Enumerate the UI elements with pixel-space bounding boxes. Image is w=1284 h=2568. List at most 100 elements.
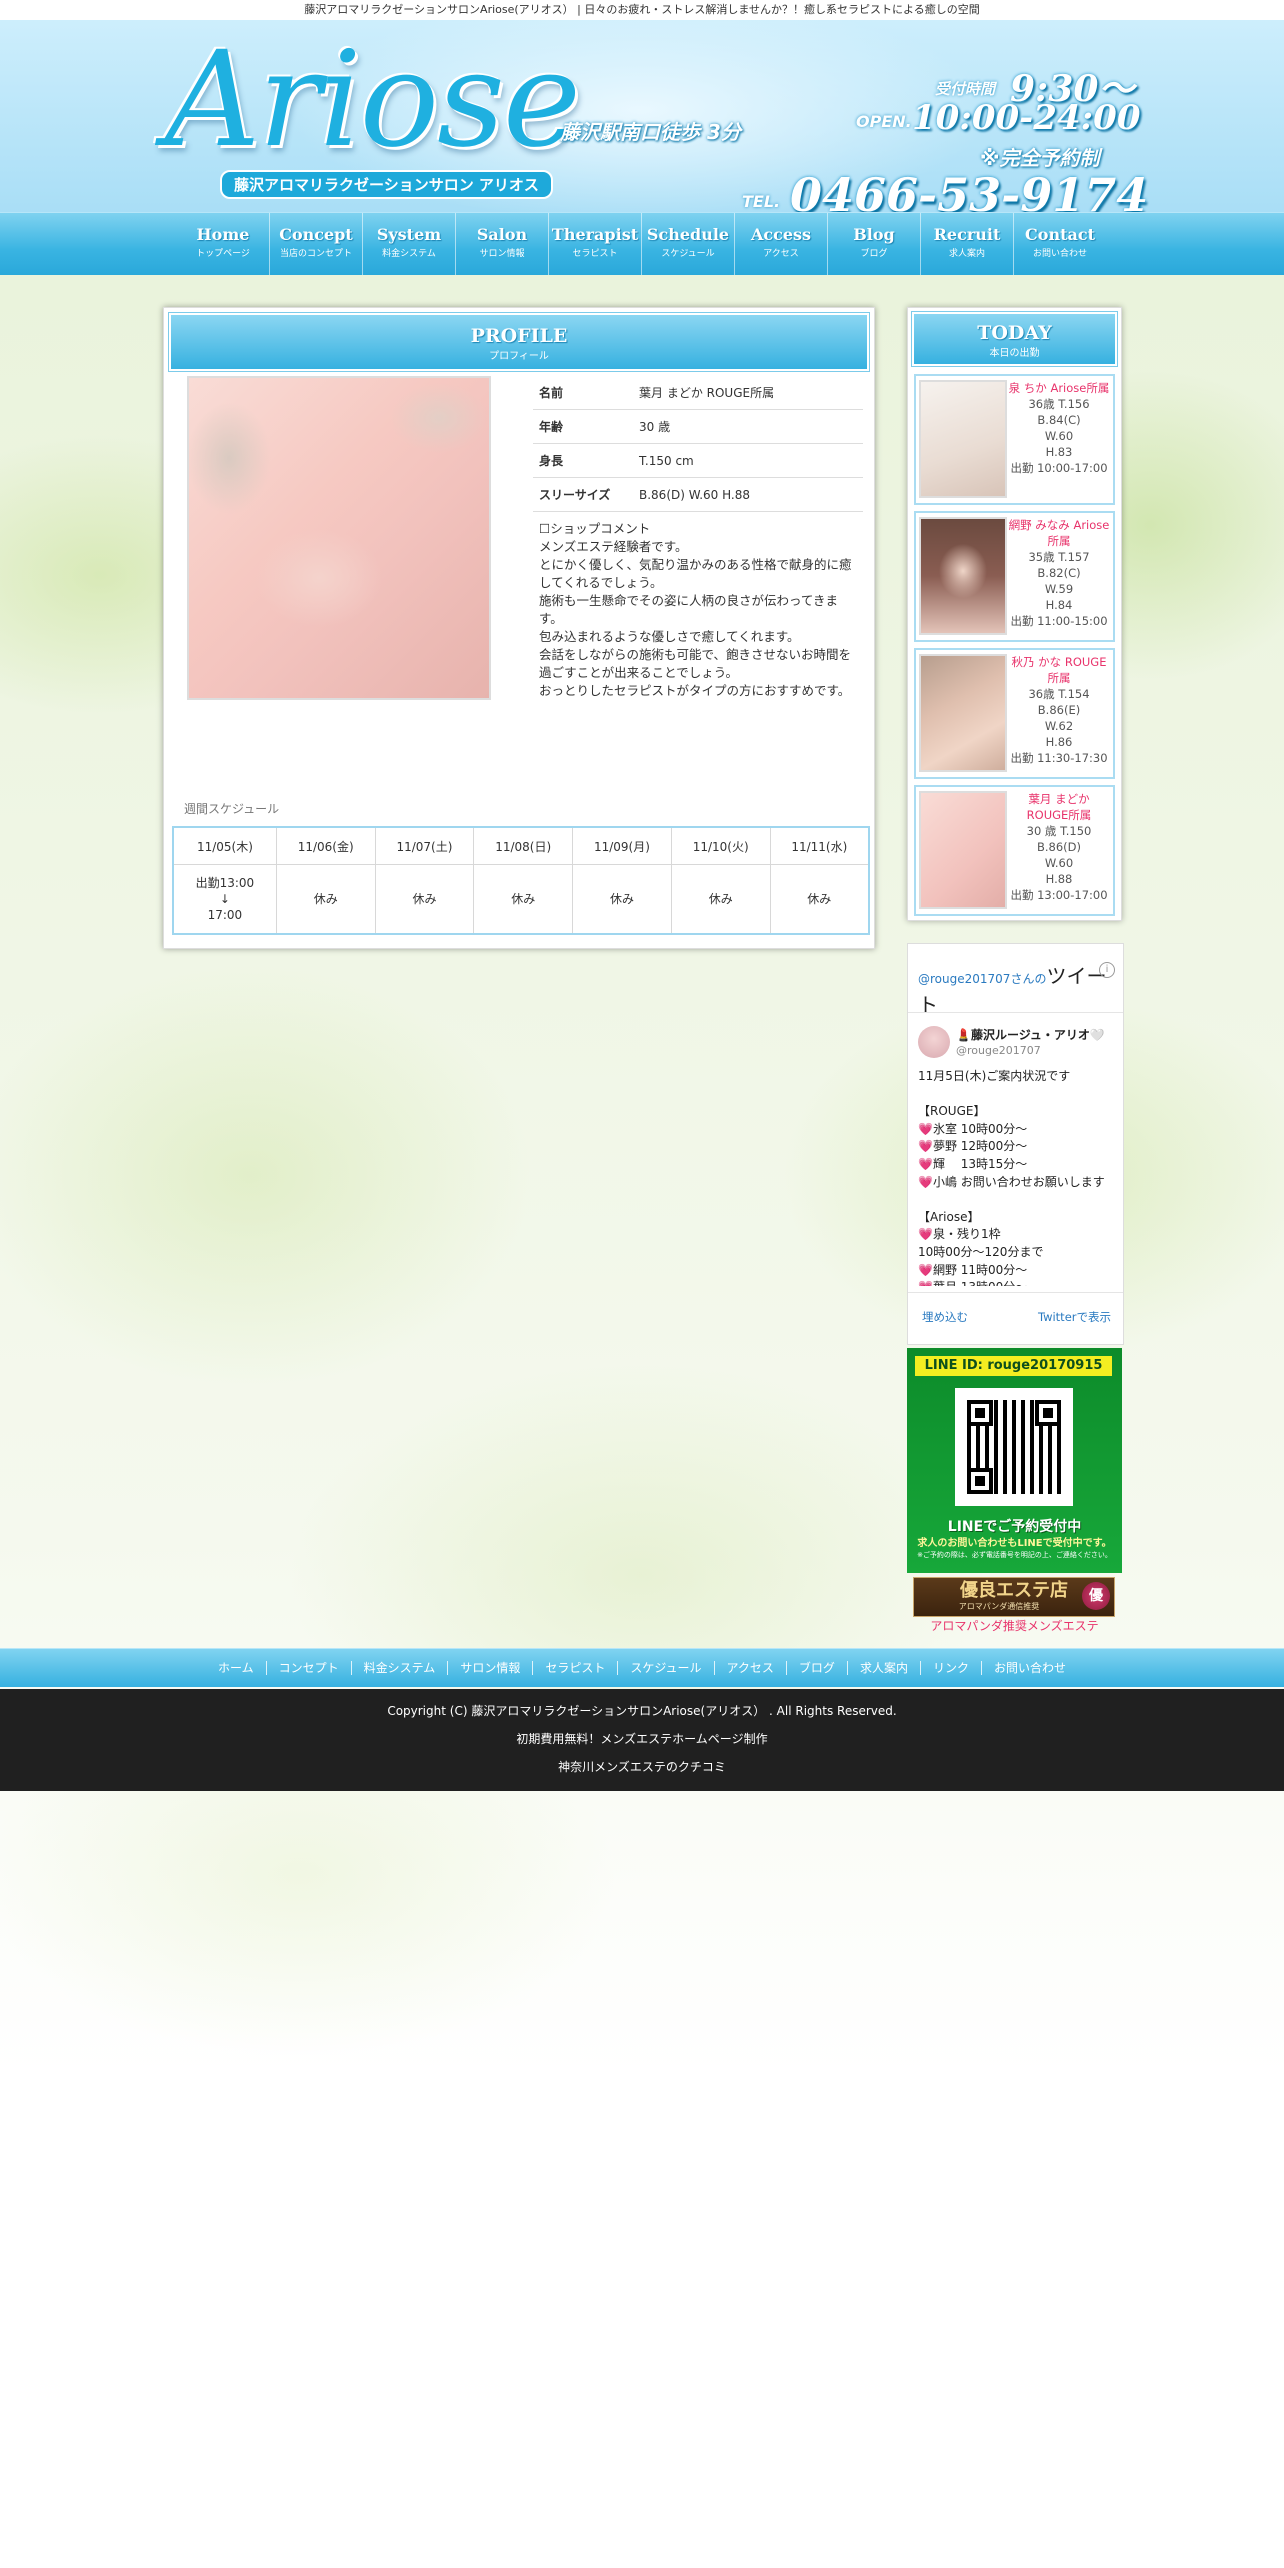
nav-concept[interactable]: Concept 当店のコンセプト	[270, 213, 363, 275]
profile-heading: PROFILE プロフィール	[169, 313, 869, 371]
banner-sub: アロマパンダ通信推奨	[958, 1602, 1040, 1611]
schedule-cell: 休み	[671, 864, 771, 933]
profile-value: T.150 cm	[633, 443, 863, 478]
main-nav: Home トップページ Concept 当店のコンセプト System 料金システム …	[0, 212, 1284, 275]
info-icon[interactable]: i	[1099, 962, 1115, 978]
nav-sublabel: 当店のコンセプト	[279, 249, 352, 259]
therapist-name[interactable]: 葉月 まどか ROUGE所属	[1008, 791, 1110, 823]
footer-link-review[interactable]: 神奈川メンズエステのクチコミ	[0, 1753, 1284, 1781]
footer-link-access[interactable]: アクセス	[714, 1661, 787, 1675]
nav-sublabel: トップページ	[196, 249, 250, 259]
schedule-date: 11/06(金)	[276, 828, 376, 865]
therapist-name[interactable]: 網野 みなみ Ariose所属	[1008, 517, 1110, 549]
therapist-thumbnail[interactable]	[919, 517, 1007, 635]
nav-label: System	[376, 225, 442, 244]
schedule-cell: 休み	[375, 864, 475, 933]
line-banner[interactable]: LINE ID: rouge20170915 LINEでご予約受付中 求人のお問…	[907, 1348, 1122, 1573]
profile-key: 年齢	[533, 409, 633, 444]
therapist-time: 出勤 10:00-17:00	[1010, 461, 1108, 475]
banner-caption[interactable]: アロマパンダ推奨メンズエステ	[907, 1617, 1122, 1634]
profile-panel: PROFILE プロフィール 名前 葉月 まどか ROUGE所属 年齢 30 歳 身…	[163, 307, 875, 949]
site-tagline: 藤沢アロマリラクゼーションサロンAriose(アリオス） | 日々のお疲れ・スト…	[0, 0, 1284, 20]
footer-link-hp[interactable]: 初期費用無料！メンズエステホームページ制作	[0, 1725, 1284, 1753]
schedule-date: 11/10(火)	[671, 828, 771, 865]
view-on-twitter-link[interactable]: Twitterで表示	[1038, 1309, 1111, 1325]
tweet-handle[interactable]: @rouge201707	[956, 1044, 1041, 1057]
therapist-stat: H.84	[1045, 598, 1073, 612]
nav-salon[interactable]: Salon サロン情報	[456, 213, 549, 275]
nav-home[interactable]: Home トップページ	[177, 213, 270, 275]
profile-key: 名前	[533, 376, 633, 410]
schedule-date: 11/05(木)	[174, 828, 277, 865]
today-card[interactable]: 葉月 まどか ROUGE所属 30 歳 T.150 B.86(D) W.60 H…	[914, 785, 1115, 916]
nav-contact[interactable]: Contact お問い合わせ	[1014, 213, 1106, 275]
recommend-banner[interactable]: 優良エステ店 アロマパンダ通信推奨 優	[913, 1577, 1115, 1617]
footer-link-therapist[interactable]: セラピスト	[533, 1661, 619, 1675]
nav-schedule[interactable]: Schedule スケジュール	[642, 213, 735, 275]
nav-label: Home	[196, 225, 250, 244]
nav-access[interactable]: Access アクセス	[735, 213, 828, 275]
timeline-handle-link[interactable]: @rouge201707	[918, 972, 1010, 986]
profile-subtitle: プロフィール	[489, 351, 549, 362]
nav-blog[interactable]: Blog ブログ	[828, 213, 921, 275]
therapist-time: 出勤 11:30-17:30	[1010, 751, 1108, 765]
table-row: スリーサイズ B.86(D) W.60 H.88	[533, 477, 863, 512]
footer-link-recruit[interactable]: 求人案内	[847, 1661, 921, 1675]
reception-label: 受付時間	[935, 80, 996, 98]
footer-link-system[interactable]: 料金システム	[351, 1661, 449, 1675]
timeline-san: さんの	[1010, 972, 1047, 986]
profile-value: B.86(D) W.60 H.88	[633, 477, 863, 512]
therapist-thumbnail[interactable]	[919, 380, 1007, 498]
today-card[interactable]: 秋乃 かな ROUGE所属 36歳 T.154 B.86(E) W.62 H.8…	[914, 648, 1115, 779]
therapist-stat: B.84(C)	[1037, 413, 1081, 427]
today-card[interactable]: 網野 みなみ Ariose所属 35歳 T.157 B.82(C) W.59 H…	[914, 511, 1115, 642]
shop-comment: ☐ショップコメント メンズエステ経験者です。 とにかく優しく、気配り温かみのある…	[539, 520, 854, 700]
schedule-label: 週間スケジュール	[184, 802, 280, 816]
nav-sublabel: お問い合わせ	[1032, 249, 1087, 259]
profile-value: 葉月 まどか ROUGE所属	[633, 376, 863, 410]
today-heading: TODAY 本日の出勤	[912, 312, 1117, 366]
footer-link-home[interactable]: ホーム	[206, 1661, 267, 1675]
therapist-stat: 35歳 T.157	[1028, 550, 1090, 564]
site-logo[interactable]: Ariose	[165, 34, 581, 166]
therapist-thumbnail[interactable]	[919, 791, 1007, 909]
nav-sublabel: 料金システム	[382, 249, 436, 259]
footer-link-blog[interactable]: ブログ	[786, 1661, 848, 1675]
therapist-thumbnail[interactable]	[919, 654, 1007, 772]
nav-label: Therapist	[551, 225, 639, 244]
footer-link-contact[interactable]: お問い合わせ	[982, 1661, 1078, 1675]
nav-recruit[interactable]: Recruit 求人案内	[921, 213, 1014, 275]
badge-icon: 優	[1082, 1582, 1110, 1610]
divider	[908, 1012, 1123, 1013]
schedule-date: 11/08(日)	[473, 828, 574, 865]
therapist-stat: W.62	[1044, 719, 1074, 733]
nav-system[interactable]: System 料金システム	[363, 213, 456, 275]
today-subtitle: 本日の出勤	[989, 348, 1040, 359]
therapist-stat: W.60	[1044, 429, 1074, 443]
avatar[interactable]	[918, 1026, 950, 1058]
schedule-date: 11/09(月)	[572, 828, 672, 865]
therapist-name[interactable]: 秋乃 かな ROUGE所属	[1008, 654, 1110, 686]
footer-link-salon[interactable]: サロン情報	[448, 1661, 534, 1675]
open-label: OPEN.	[856, 112, 912, 131]
footer-link-link[interactable]: リンク	[920, 1661, 982, 1675]
tweet-author[interactable]: 💄藤沢ルージュ・アリオ🤍	[956, 1026, 1105, 1043]
timeline-header: @rouge201707さんのツイート	[918, 960, 1123, 1018]
nav-therapist[interactable]: Therapist セラピスト	[549, 213, 642, 275]
therapist-time: 出勤 11:00-15:00	[1010, 614, 1108, 628]
therapist-stat: B.86(D)	[1036, 840, 1081, 854]
therapist-name[interactable]: 泉 ちか Ariose所属	[1008, 380, 1110, 396]
footer-link-schedule[interactable]: スケジュール	[618, 1661, 715, 1675]
footer-link-concept[interactable]: コンセプト	[266, 1661, 352, 1675]
nav-sublabel: ブログ	[860, 249, 888, 259]
schedule-cell: 休み	[807, 892, 832, 906]
embed-link[interactable]: 埋め込む	[922, 1309, 968, 1325]
schedule-cell: 休み	[276, 864, 376, 933]
banner-title: 優良エステ店	[960, 1580, 1068, 1601]
tweet-body: 11月5日(木)ご案内状況です 【ROUGE】 💗氷室 10時00分～ 💗夢野 …	[918, 1069, 1105, 1286]
nav-label: Contact	[1025, 225, 1095, 244]
therapist-stat: 36歳 T.154	[1028, 687, 1090, 701]
nav-label: Access	[750, 225, 812, 244]
nav-label: Salon	[476, 225, 528, 244]
today-card[interactable]: 泉 ちか Ariose所属 36歳 T.156 B.84(C) W.60 H.8…	[914, 374, 1115, 505]
